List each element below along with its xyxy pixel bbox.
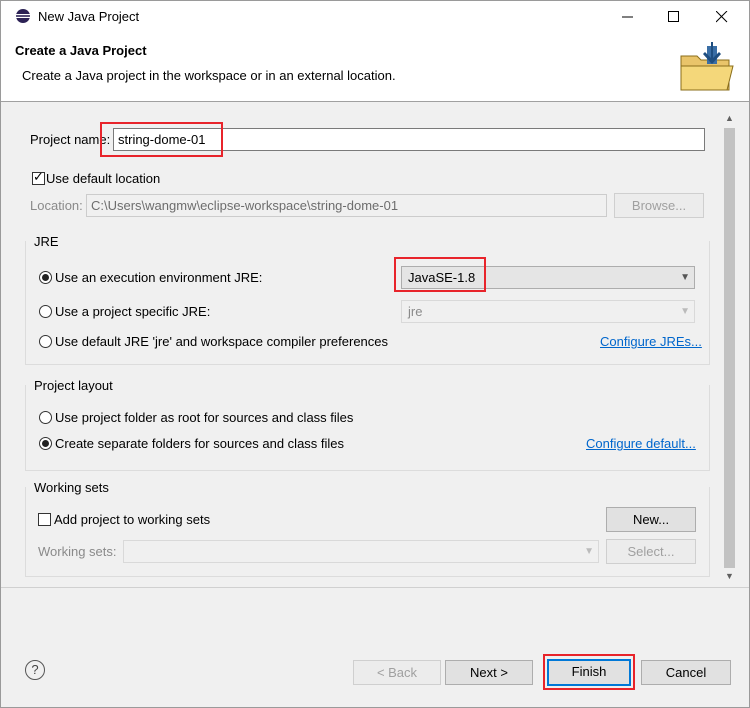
wizard-description: Create a Java project in the workspace o… (22, 68, 396, 83)
chevron-down-icon: ▼ (680, 306, 690, 317)
chevron-down-icon: ▼ (680, 272, 690, 283)
new-project-folder-icon (680, 42, 734, 91)
close-button[interactable] (699, 1, 745, 32)
chevron-down-icon: ▼ (584, 546, 594, 557)
help-icon[interactable]: ? (25, 660, 45, 680)
eclipse-icon (16, 9, 30, 23)
maximize-icon (668, 11, 679, 22)
scroll-up-icon[interactable]: ▲ (725, 113, 734, 123)
location-label: Location: (30, 198, 83, 213)
browse-button[interactable]: Browse... (614, 193, 704, 218)
project-specific-jre-value: jre (408, 304, 423, 319)
select-working-sets-button[interactable]: Select... (606, 539, 696, 564)
layout-separate-radio[interactable] (39, 437, 52, 450)
project-specific-jre-select[interactable]: jre ▼ (401, 300, 695, 323)
project-layout-group (25, 385, 710, 471)
new-java-project-dialog: New Java Project Create a Java Project C… (0, 0, 750, 708)
highlight-finish (543, 654, 635, 690)
jre-default-radio[interactable] (39, 335, 52, 348)
jre-execution-env-radio[interactable] (39, 271, 52, 284)
cancel-button[interactable]: Cancel (641, 660, 731, 685)
next-button[interactable]: Next > (445, 660, 533, 685)
jre-project-specific-label: Use a project specific JRE: (55, 304, 211, 319)
configure-jres-link[interactable]: Configure JREs... (600, 334, 702, 349)
jre-execution-env-label: Use an execution environment JRE: (55, 270, 263, 285)
scroll-down-icon[interactable]: ▼ (725, 571, 734, 581)
minimize-icon (622, 16, 633, 18)
layout-root-radio[interactable] (39, 411, 52, 424)
highlight-project-name (100, 122, 223, 157)
layout-root-label: Use project folder as root for sources a… (55, 410, 354, 425)
close-icon (716, 11, 728, 23)
wizard-header: Create a Java Project Create a Java proj… (1, 32, 749, 102)
use-default-location-checkbox[interactable] (32, 169, 45, 185)
jre-default-label: Use default JRE 'jre' and workspace comp… (55, 334, 389, 349)
working-sets-label: Working sets: (38, 544, 117, 559)
window-title: New Java Project (38, 9, 140, 24)
use-default-location-label: Use default location (46, 171, 161, 186)
working-sets-select[interactable]: ▼ (123, 540, 599, 563)
layout-separate-label: Create separate folders for sources and … (55, 436, 345, 451)
add-to-working-sets-label: Add project to working sets (54, 512, 211, 527)
wizard-title: Create a Java Project (15, 43, 147, 58)
location-input[interactable]: C:\Users\wangmw\eclipse-workspace\string… (86, 194, 607, 217)
highlight-execution-env (394, 257, 486, 292)
maximize-button[interactable] (651, 1, 697, 32)
project-name-label: Project name: (30, 132, 111, 147)
minimize-button[interactable] (605, 1, 651, 32)
new-working-set-button[interactable]: New... (606, 507, 696, 532)
title-bar: New Java Project (1, 1, 749, 32)
jre-project-specific-radio[interactable] (39, 305, 52, 318)
configure-default-link[interactable]: Configure default... (586, 436, 696, 451)
back-button[interactable]: < Back (353, 660, 441, 685)
content-separator (1, 587, 749, 588)
scroll-thumb[interactable] (724, 128, 735, 568)
add-to-working-sets-checkbox[interactable] (38, 513, 51, 526)
content-scrollbar[interactable]: ▲ ▼ (721, 111, 738, 585)
